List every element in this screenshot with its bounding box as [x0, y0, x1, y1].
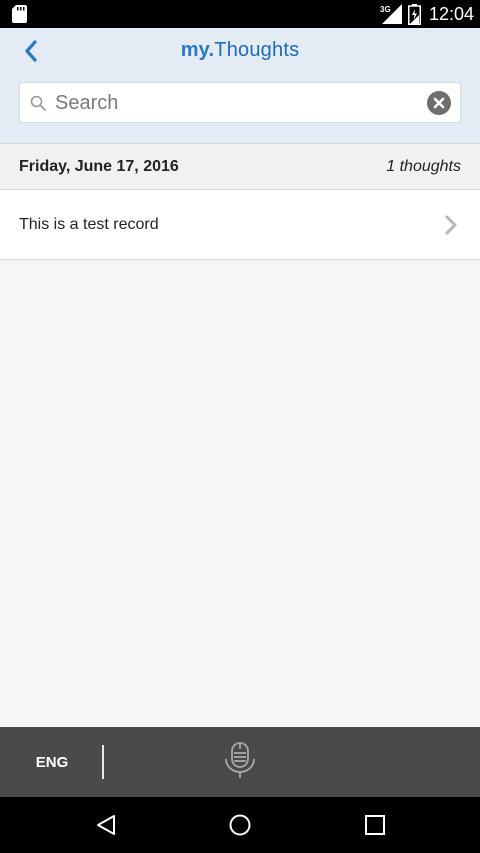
network-label: 3G [380, 5, 391, 14]
section-date: Friday, June 17, 2016 [19, 158, 179, 175]
clear-search-button[interactable] [427, 91, 451, 115]
voice-bar-divider [102, 745, 104, 779]
list-item[interactable]: This is a test record [0, 190, 480, 260]
keyboard-voice-bar: ENG [0, 727, 480, 797]
language-button[interactable]: ENG [20, 751, 84, 775]
status-clock: 12:04 [429, 4, 475, 24]
content-area [0, 260, 480, 727]
nav-back-icon[interactable] [94, 813, 118, 837]
sd-card-icon [12, 5, 27, 23]
search-box [19, 82, 461, 123]
status-bar: 3G 12:04 [0, 0, 480, 28]
app-title-prefix: my. [180, 39, 215, 61]
battery-icon [408, 4, 421, 25]
signal-icon: 3G [380, 4, 402, 24]
nav-bar [0, 797, 480, 853]
section-count: 1 thoughts [386, 158, 461, 175]
search-input[interactable] [53, 87, 423, 119]
nav-recents-icon[interactable] [364, 814, 386, 836]
nav-home-icon[interactable] [228, 813, 252, 837]
microphone-icon [225, 742, 255, 778]
app-title: my.Thoughts [0, 37, 480, 63]
app-title-main: Thoughts [214, 39, 300, 61]
search-icon [30, 95, 46, 111]
list-item-label: This is a test record [19, 216, 159, 233]
microphone-button[interactable] [222, 741, 258, 781]
chevron-right-icon [445, 215, 457, 235]
section-header: Friday, June 17, 2016 1 thoughts [0, 143, 480, 190]
app-header: my.Thoughts [0, 28, 480, 143]
